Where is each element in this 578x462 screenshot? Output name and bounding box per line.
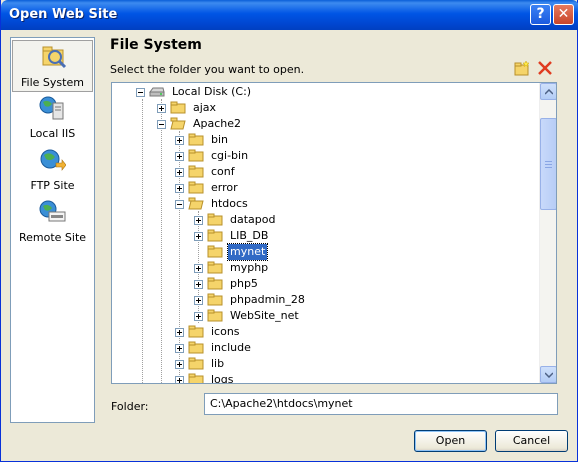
chevron-up-icon <box>545 89 553 95</box>
expand-toggle[interactable] <box>194 232 203 241</box>
folder-icon <box>188 181 204 194</box>
sidebar-item-label: FTP Site <box>30 179 75 192</box>
tree-item-label: mynet <box>226 243 269 261</box>
local-iis-icon <box>39 96 64 120</box>
tree-item-label: Local Disk (C:) <box>172 85 252 98</box>
tree-item-label: lib <box>211 357 225 370</box>
tree-item-label: conf <box>211 165 235 178</box>
tree-item-label: htdocs <box>211 197 248 210</box>
vertical-scrollbar[interactable] <box>539 83 556 383</box>
window-title: Open Web Site <box>9 7 118 22</box>
drive-icon <box>149 87 165 97</box>
folder-field-label: Folder: <box>111 400 149 413</box>
expand-toggle[interactable] <box>175 328 184 337</box>
tree-item-label: cgi-bin <box>211 149 249 162</box>
scroll-down-button[interactable] <box>540 366 556 383</box>
expand-toggle[interactable] <box>175 376 184 383</box>
folder-open-icon <box>188 197 204 210</box>
tree-item-label: phpadmin_28 <box>230 293 305 306</box>
ftp-site-icon <box>40 149 66 171</box>
folder-icon <box>207 213 223 226</box>
folder-icon <box>188 357 204 370</box>
close-button[interactable]: ✕ <box>553 4 574 25</box>
help-button[interactable]: ? <box>530 4 551 25</box>
sidebar-item-ftp-site[interactable]: FTP Site <box>11 144 94 196</box>
sidebar-item-remote-site[interactable]: Remote Site <box>11 196 94 248</box>
folder-icon <box>207 277 223 290</box>
folder-icon <box>207 309 223 322</box>
expand-toggle[interactable] <box>194 264 203 273</box>
delete-icon[interactable] <box>537 60 553 76</box>
tree-item-label: php5 <box>230 277 258 290</box>
tree-item-label: datapod <box>230 213 276 226</box>
folder-icon <box>207 293 223 306</box>
expand-toggle[interactable] <box>194 280 203 289</box>
tree-item-label: ajax <box>193 101 217 114</box>
tree-item-label: error <box>211 181 238 194</box>
location-sidebar: File System Local IIS FTP Site Remote Si… <box>10 37 95 423</box>
expand-toggle[interactable] <box>175 152 184 161</box>
tree-item-label: logs <box>211 373 234 384</box>
folder-icon <box>188 165 204 178</box>
folder-path-input[interactable]: C:\Apache2\htdocs\mynet <box>204 393 558 415</box>
title-bar[interactable]: Open Web Site ? ✕ <box>1 0 578 30</box>
cancel-button[interactable]: Cancel <box>495 430 568 452</box>
new-folder-icon[interactable] <box>514 60 530 76</box>
expand-toggle[interactable] <box>175 168 184 177</box>
folder-icon <box>188 149 204 162</box>
tree-item-label: include <box>211 341 251 354</box>
tree-item-label: myphp <box>230 261 269 274</box>
page-title: File System <box>110 37 202 53</box>
expand-toggle[interactable] <box>175 360 184 369</box>
tree-item-label: LIB_DB <box>230 229 269 242</box>
folder-icon <box>188 325 204 338</box>
chevron-down-icon <box>545 372 553 378</box>
tree-item-label: Apache2 <box>193 117 242 130</box>
sidebar-item-label: File System <box>21 76 84 89</box>
instruction-text: Select the folder you want to open. <box>110 63 305 76</box>
folder-icon <box>188 373 204 383</box>
expand-toggle[interactable] <box>194 216 203 225</box>
expand-toggle[interactable] <box>194 296 203 305</box>
open-web-site-dialog: Open Web Site ? ✕ File System Local IIS <box>0 0 578 462</box>
folder-icon <box>188 133 204 146</box>
folder-icon <box>207 261 223 274</box>
scroll-up-button[interactable] <box>540 83 556 100</box>
expand-toggle[interactable] <box>157 104 166 113</box>
scroll-thumb[interactable] <box>540 118 556 210</box>
collapse-toggle[interactable] <box>157 120 166 129</box>
folder-icon <box>207 229 223 242</box>
expand-toggle[interactable] <box>194 312 203 321</box>
folder-tree[interactable]: Local Disk (C:) ajax Apache2 bin cgi-bin… <box>111 82 557 384</box>
sidebar-item-file-system[interactable]: File System <box>12 40 93 92</box>
file-system-icon <box>42 46 67 69</box>
tree-item-label: icons <box>211 325 240 338</box>
collapse-toggle[interactable] <box>175 200 184 209</box>
remote-site-icon <box>39 200 66 222</box>
expand-toggle[interactable] <box>175 344 184 353</box>
expand-toggle[interactable] <box>175 184 184 193</box>
tree-item-label: bin <box>211 133 229 146</box>
sidebar-item-local-iis[interactable]: Local IIS <box>11 92 94 144</box>
collapse-toggle[interactable] <box>136 88 145 97</box>
open-button[interactable]: Open <box>414 430 487 452</box>
sidebar-item-label: Local IIS <box>29 127 76 140</box>
sidebar-item-label: Remote Site <box>18 231 87 244</box>
expand-toggle[interactable] <box>175 136 184 145</box>
folder-open-icon <box>170 117 186 130</box>
folder-icon <box>170 101 186 114</box>
folder-icon <box>207 245 223 258</box>
folder-icon <box>188 341 204 354</box>
tree-item-label: WebSite_net <box>230 309 299 322</box>
